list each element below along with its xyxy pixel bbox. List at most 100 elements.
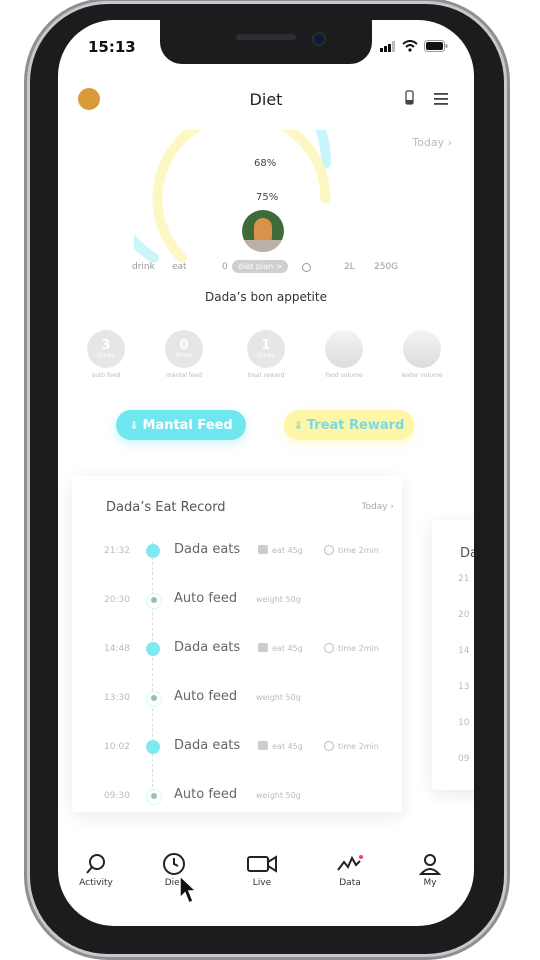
treat-icon: ⇓ (293, 418, 303, 432)
record-title: Auto feed (174, 689, 238, 704)
pet-photo (242, 210, 284, 252)
record-title: Dada eats (174, 640, 241, 655)
speaker-grille (236, 34, 296, 40)
record-info-primary: eat 45g (272, 742, 303, 751)
record-date-filter[interactable]: Today › (361, 502, 394, 512)
record-row[interactable]: 21:32 Dada eats time 2min eat 45g (72, 536, 402, 566)
video-icon (232, 852, 292, 878)
notch (160, 20, 372, 64)
stat-label: auto feed (91, 372, 121, 379)
record-date-label: Today (361, 502, 388, 512)
stat-label: water volume (401, 372, 443, 379)
chevron-right-icon: › (390, 502, 394, 512)
settings-small-icon[interactable] (302, 263, 311, 272)
pet-caption: Dada’s bon appetite (205, 290, 327, 304)
tab-live[interactable]: Live (232, 852, 292, 888)
wifi-icon (402, 40, 418, 52)
stat-circle: 1 times (247, 330, 285, 368)
stat-item: 0 times mantal feed (154, 330, 214, 379)
diet-plan-button[interactable]: diet plan > (232, 260, 289, 273)
tab-label: Live (252, 878, 272, 888)
drink-label: drink (132, 262, 155, 272)
tab-my[interactable]: My (400, 852, 460, 888)
diet-plan-label: diet plan > (238, 262, 283, 271)
record-info-primary: weight 50g (256, 595, 301, 604)
search-icon (66, 852, 126, 878)
record-info-primary: weight 50g (256, 791, 301, 800)
app-screen: 15:13 Diet Today › 68% 75% drink eat 0 d… (58, 20, 474, 926)
front-camera (312, 32, 326, 46)
stat-value: 0 (179, 337, 189, 353)
drink-percent: 68% (254, 158, 277, 169)
stat-circle (403, 330, 441, 368)
tab-label: Activity (79, 878, 113, 888)
stat-item: water volume (392, 330, 452, 379)
stat-value: 1 (261, 337, 271, 353)
stat-circle (325, 330, 363, 368)
eat-dot-icon (146, 642, 160, 656)
eat-record-card-next: Da 21 20 14 13 10 09 (432, 520, 474, 790)
intake-gauge (134, 130, 332, 263)
bowl-icon (258, 545, 268, 554)
liters-label: 2L (344, 262, 355, 272)
phone-icon[interactable] (404, 90, 416, 106)
eat-arc (152, 130, 331, 263)
auto-feed-icon (146, 789, 162, 805)
next-card-time: 14 (458, 646, 470, 656)
pet-photo-ground (242, 240, 284, 252)
bowl-icon (258, 741, 268, 750)
next-card-title: Da (460, 546, 474, 561)
next-card-time: 10 (458, 718, 470, 728)
next-card-time: 21 (458, 574, 470, 584)
record-title: Auto feed (174, 591, 238, 606)
bowl-icon (258, 643, 268, 652)
stat-item: food volume (314, 330, 374, 379)
treat-reward-button[interactable]: ⇓ Treat Reward (284, 410, 414, 440)
grams-label: 250G (374, 262, 399, 272)
record-row[interactable]: 13:30 Auto feed weight 50g (72, 683, 402, 713)
record-row[interactable]: 10:02 Dada eats time 2min eat 45g (72, 732, 402, 762)
mouse-cursor-icon (179, 874, 198, 905)
chart-icon (320, 852, 380, 878)
eat-record-card: Dada’s Eat Record Today › 21:32 Dada eats… (72, 476, 402, 812)
stat-unit: times (257, 351, 275, 359)
menu-icon[interactable] (434, 93, 448, 105)
auto-feed-icon (146, 593, 162, 609)
stat-circle: 3 times (87, 330, 125, 368)
record-title: Dada eats (174, 738, 241, 753)
record-info-primary: eat 45g (272, 644, 303, 653)
timer-icon (324, 643, 334, 653)
record-row[interactable]: 20:30 Auto feed weight 50g (72, 585, 402, 615)
record-row[interactable]: 09:30 Auto feed weight 50g (72, 781, 402, 811)
next-card-time: 09 (458, 754, 470, 764)
stat-unit: times (175, 351, 193, 359)
record-row[interactable]: 14:48 Dada eats time 2min eat 45g (72, 634, 402, 664)
tab-label: Data (339, 878, 361, 888)
record-info-secondary: time 2min (338, 546, 379, 555)
eat-dot-icon (146, 544, 160, 558)
record-info-primary: weight 50g (256, 693, 301, 702)
record-time: 10:02 (104, 742, 130, 752)
manual-feed-button[interactable]: ⇓ Mantal Feed (116, 410, 246, 440)
stat-value: 3 (101, 337, 111, 353)
record-time: 21:32 (104, 546, 130, 556)
stat-item: 3 times auto feed (76, 330, 136, 379)
record-time: 20:30 (104, 595, 130, 605)
date-filter-label: Today (412, 136, 445, 149)
auto-feed-icon (146, 691, 162, 707)
record-title: Dada eats (174, 542, 241, 557)
battery-icon (424, 40, 448, 52)
status-icons (380, 40, 448, 52)
stat-label: food volume (325, 372, 363, 379)
tab-data[interactable]: Data (320, 852, 380, 888)
gauge-zero-label: 0 (222, 262, 228, 272)
stat-unit: times (97, 351, 115, 359)
record-time: 13:30 (104, 693, 130, 703)
tab-activity[interactable]: Activity (66, 852, 126, 888)
feed-icon: ⇓ (129, 418, 139, 432)
stat-label: treat reward (247, 372, 285, 379)
eat-dot-icon (146, 740, 160, 754)
record-info-secondary: time 2min (338, 742, 379, 751)
next-card-time: 13 (458, 682, 470, 692)
date-filter[interactable]: Today › (412, 136, 452, 149)
